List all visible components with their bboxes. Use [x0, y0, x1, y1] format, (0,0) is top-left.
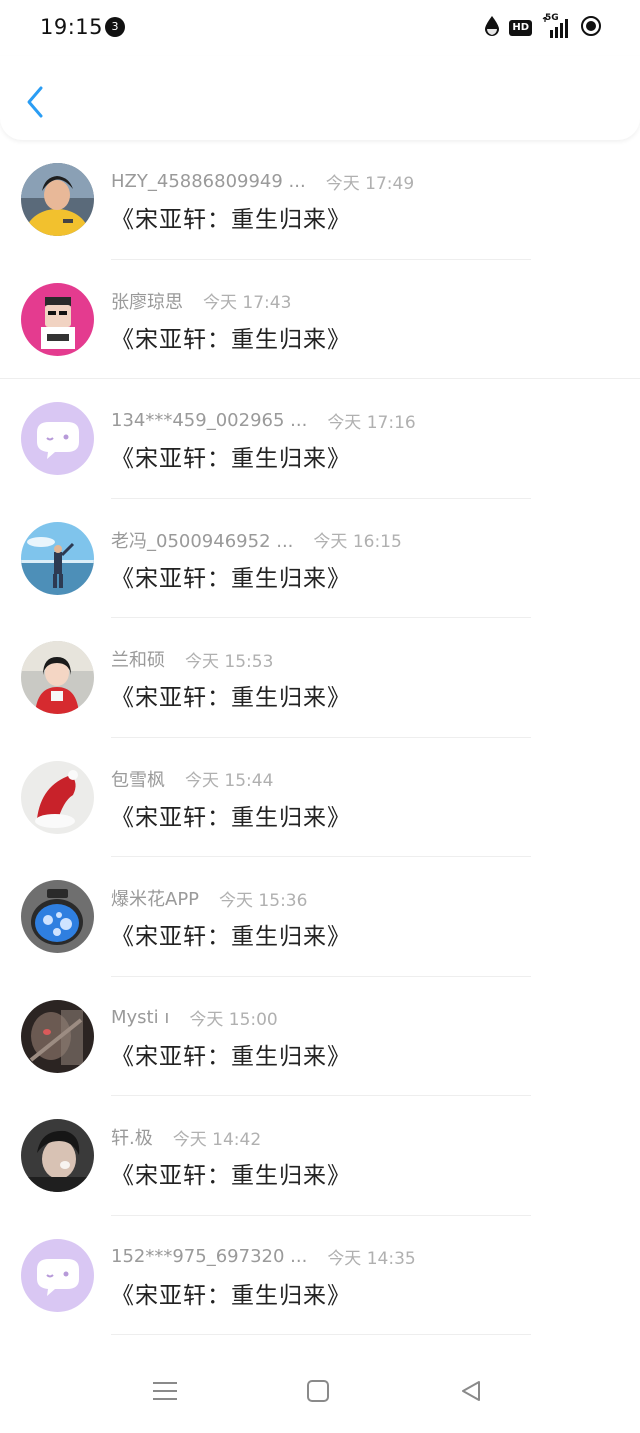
name-line: 老冯_0500946952 ... 今天 16:15 [111, 527, 402, 553]
name-line: 152***975_697320 ... 今天 14:35 [111, 1244, 416, 1270]
hd-icon: HD [509, 20, 532, 36]
name-line: 兰和硕 今天 15:53 [111, 646, 273, 672]
name-line: 张廖琼思 今天 17:43 [111, 288, 291, 314]
back-triangle-icon [462, 1381, 480, 1401]
home-button[interactable] [303, 1376, 333, 1406]
avatar[interactable] [21, 760, 94, 834]
name-line: HZY_45886809949 ... 今天 17:49 [111, 168, 414, 194]
list-item[interactable]: Mysti ı 今天 15:00 《宋亚轩：重生归来》 [0, 977, 640, 1096]
post-time: 今天 15:53 [185, 651, 274, 672]
name-line: 爆米花APP 今天 15:36 [111, 885, 307, 911]
post-time: 今天 17:49 [325, 173, 415, 194]
avatar[interactable] [21, 282, 94, 356]
status-time: 19:15 [40, 15, 104, 39]
comment-list: HZY_45886809949 ... 今天 17:49 《宋亚轩：重生归来》 … [0, 140, 640, 1335]
avatar[interactable] [21, 521, 94, 595]
status-icons: HD 5G [484, 13, 602, 42]
user-name[interactable]: HZY_45886809949 ... [111, 171, 306, 192]
data-saver-icon [484, 15, 500, 41]
post-title[interactable]: 《宋亚轩：重生归来》 [111, 917, 351, 951]
home-square-icon [307, 1380, 329, 1402]
name-line: 134***459_002965 ... 今天 17:16 [111, 407, 416, 433]
post-title[interactable]: 《宋亚轩：重生归来》 [111, 320, 351, 354]
page-header [0, 56, 640, 140]
list-item[interactable]: 轩.极 今天 14:42 《宋亚轩：重生归来》 [0, 1096, 640, 1216]
avatar[interactable] [21, 1119, 94, 1192]
post-time: 今天 15:44 [185, 771, 274, 791]
post-title[interactable]: 《宋亚轩：重生归来》 [111, 559, 351, 593]
divider [111, 1334, 531, 1335]
status-bar: 19:15 3 HD 5G [0, 0, 640, 56]
user-name[interactable]: 张廖琼思 [111, 288, 183, 314]
post-time: 今天 14:35 [327, 1249, 416, 1269]
avatar[interactable] [21, 999, 94, 1073]
location-record-icon [580, 15, 602, 41]
signal-5g-icon: 5G [541, 13, 571, 39]
user-name[interactable]: Mysti ı [111, 1007, 169, 1028]
menu-button[interactable] [150, 1376, 180, 1406]
list-item[interactable]: 兰和硕 今天 15:53 《宋亚轩：重生归来》 [0, 618, 640, 738]
post-title[interactable]: 《宋亚轩：重生归来》 [111, 1156, 351, 1190]
system-nav-bar [0, 1340, 640, 1433]
post-time: 今天 15:00 [189, 1010, 278, 1030]
post-title[interactable]: 《宋亚轩：重生归来》 [111, 1276, 351, 1310]
name-line: Mysti ı 今天 15:00 [111, 1005, 278, 1031]
user-name[interactable]: 152***975_697320 ... [111, 1246, 307, 1267]
chevron-left-icon [27, 86, 43, 118]
post-title[interactable]: 《宋亚轩：重生归来》 [111, 200, 351, 234]
avatar[interactable] [21, 641, 94, 714]
user-name[interactable]: 老冯_0500946952 ... [111, 527, 293, 553]
post-title[interactable]: 《宋亚轩：重生归来》 [111, 1037, 351, 1071]
user-name[interactable]: 爆米花APP [111, 885, 199, 911]
list-item[interactable]: 152***975_697320 ... 今天 14:35 《宋亚轩：重生归来》 [0, 1216, 640, 1335]
list-item[interactable]: 134***459_002965 ... 今天 17:16 《宋亚轩：重生归来》 [0, 379, 640, 499]
post-time: 今天 15:36 [219, 890, 308, 911]
post-title[interactable]: 《宋亚轩：重生归来》 [111, 798, 351, 832]
avatar[interactable] [21, 1238, 94, 1312]
post-title[interactable]: 《宋亚轩：重生归来》 [111, 678, 351, 712]
user-name[interactable]: 轩.极 [111, 1124, 153, 1150]
system-back-button[interactable] [456, 1376, 486, 1406]
back-button[interactable] [18, 82, 52, 122]
list-item[interactable]: 老冯_0500946952 ... 今天 16:15 《宋亚轩：重生归来》 [0, 499, 640, 618]
notification-count-badge: 3 [105, 17, 125, 37]
name-line: 轩.极 今天 14:42 [111, 1124, 261, 1150]
list-item[interactable]: 张廖琼思 今天 17:43 《宋亚轩：重生归来》 [0, 260, 640, 379]
user-name[interactable]: 兰和硕 [111, 646, 165, 672]
list-item[interactable]: 爆米花APP 今天 15:36 《宋亚轩：重生归来》 [0, 857, 640, 977]
post-time: 今天 14:42 [172, 1129, 262, 1150]
post-time: 今天 16:15 [313, 532, 402, 552]
list-item[interactable]: 包雪枫 今天 15:44 《宋亚轩：重生归来》 [0, 738, 640, 857]
name-line: 包雪枫 今天 15:44 [111, 766, 273, 792]
network-type-label: 5G [545, 13, 559, 23]
post-title[interactable]: 《宋亚轩：重生归来》 [111, 439, 351, 473]
post-time: 今天 17:16 [327, 412, 416, 433]
user-name[interactable]: 包雪枫 [111, 766, 165, 792]
user-name[interactable]: 134***459_002965 ... [111, 410, 307, 431]
avatar[interactable] [21, 880, 94, 953]
post-time: 今天 17:43 [203, 293, 292, 313]
menu-icon [153, 1382, 177, 1400]
avatar[interactable] [21, 163, 94, 236]
list-item[interactable]: HZY_45886809949 ... 今天 17:49 《宋亚轩：重生归来》 [0, 140, 640, 260]
avatar[interactable] [21, 402, 94, 475]
